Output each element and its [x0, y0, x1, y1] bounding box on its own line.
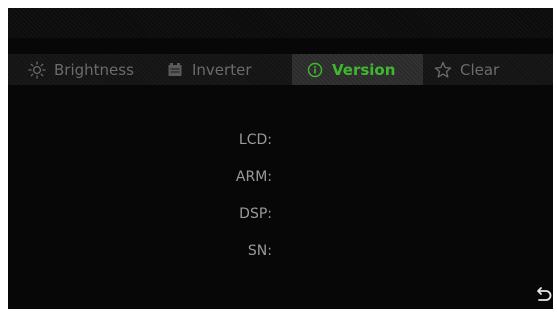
sn-row: SN:	[188, 241, 488, 261]
arm-version-row: ARM:	[188, 167, 488, 187]
tab-clear-label: Clear	[460, 60, 500, 79]
dsp-version-row: DSP:	[188, 204, 488, 224]
sn-label: SN:	[247, 243, 272, 259]
star-icon	[434, 61, 452, 79]
back-button[interactable]	[535, 287, 553, 307]
lcd-label: LCD:	[238, 132, 272, 148]
tab-brightness[interactable]: Brightness	[8, 54, 151, 85]
device-screen: Brightness Inverter Version Clear LCD: A…	[8, 8, 553, 309]
tab-brightness-label: Brightness	[54, 60, 134, 79]
lcd-version-row: LCD:	[188, 130, 488, 150]
tab-inverter-label: Inverter	[192, 60, 252, 79]
header-bar	[8, 8, 553, 38]
sun-icon	[28, 60, 46, 79]
arm-label: ARM:	[235, 169, 272, 185]
tab-clear[interactable]: Clear	[423, 54, 553, 85]
tab-bar: Brightness Inverter Version Clear	[8, 54, 553, 85]
info-icon	[306, 61, 324, 79]
inverter-icon	[166, 61, 184, 79]
tab-version[interactable]: Version	[292, 54, 423, 85]
tab-version-label: Version	[332, 60, 396, 79]
back-arrow-icon	[536, 286, 552, 308]
tab-inverter[interactable]: Inverter	[151, 54, 292, 85]
dsp-label: DSP:	[239, 206, 272, 222]
